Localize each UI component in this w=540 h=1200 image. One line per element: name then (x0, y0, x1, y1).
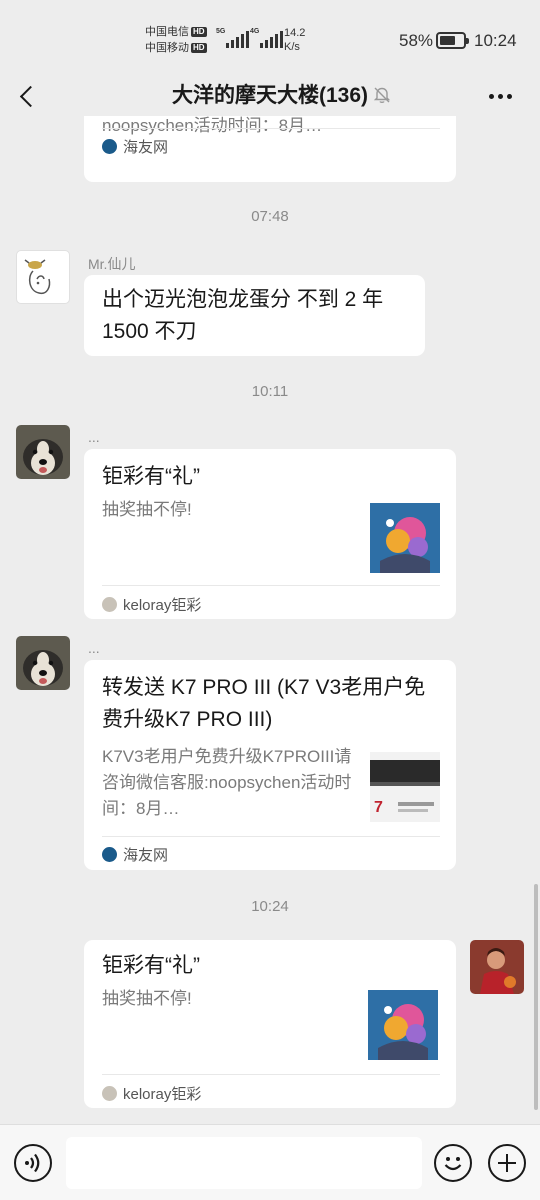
voice-icon (25, 1153, 40, 1173)
card-thumbnail (368, 990, 438, 1060)
message-text: 出个迈光泡泡龙蛋分 不到 2 年 1500 不刀 (102, 288, 384, 343)
avatar[interactable] (16, 250, 70, 304)
card-thumbnail: 7 (370, 752, 440, 822)
more-options-button[interactable] (486, 84, 516, 108)
link-card-partial[interactable]: noopsychen活动时间：8月… 海友网 (84, 116, 456, 182)
message-input[interactable] (66, 1137, 422, 1189)
carrier-info: 中国电信 HD 中国移动 HD (145, 24, 207, 56)
keloray-logo-icon (102, 597, 117, 612)
card-divider (102, 128, 440, 129)
link-card[interactable]: 转发送 K7 PRO III (K7 V3老用户免费升级K7 PRO III) … (84, 660, 456, 870)
card-title: 转发送 K7 PRO III (K7 V3老用户免费升级K7 PRO III) (102, 676, 426, 731)
avatar[interactable] (16, 636, 70, 690)
voice-button[interactable] (14, 1144, 52, 1182)
message-bubble[interactable]: 出个迈光泡泡龙蛋分 不到 2 年 1500 不刀 (84, 275, 425, 356)
card-title: 钜彩有“礼” (102, 954, 200, 977)
network-speed: 14.2 K/s (284, 27, 306, 53)
chat-header: 大洋的摩天大楼(136) (0, 80, 540, 116)
link-card[interactable]: 钜彩有“礼” 抽奖抽不停! keloray钜彩 (84, 940, 456, 1108)
card-title: 钜彩有“礼” (102, 465, 200, 488)
scrollbar[interactable] (534, 884, 538, 1110)
timestamp: 10:24 (251, 898, 289, 915)
input-bar (0, 1124, 540, 1200)
card-thumbnail (370, 503, 440, 573)
avatar[interactable] (16, 425, 70, 479)
hd-badge: HD (191, 43, 207, 53)
chat-title: 大洋的摩天大楼(136) (171, 84, 369, 107)
carrier-1: 中国电信 (145, 26, 189, 38)
card-source: keloray钜彩 (102, 1083, 201, 1104)
haiyou-logo-icon (102, 139, 117, 154)
sender-name: ... (88, 429, 100, 445)
emoji-icon (444, 1157, 462, 1171)
card-divider (102, 836, 440, 837)
card-source: 海友网 (102, 844, 168, 865)
haiyou-logo-icon (102, 847, 117, 862)
chat-messages[interactable]: noopsychen活动时间：8月… 海友网 07:48 Mr.仙儿 出个迈光泡… (0, 116, 540, 1124)
battery-icon (436, 32, 469, 49)
status-bar: 中国电信 HD 中国移动 HD 5G 4G 14.2 K/s 58% 10:24 (0, 0, 540, 80)
svg-text:7: 7 (374, 799, 383, 816)
add-attachment-button[interactable] (488, 1144, 526, 1182)
card-source: keloray钜彩 (102, 594, 201, 615)
keloray-logo-icon (102, 1086, 117, 1101)
my-avatar[interactable] (470, 940, 524, 994)
timestamp: 10:11 (251, 383, 289, 400)
status-time: 10:24 (474, 31, 517, 50)
sender-name: ... (88, 640, 100, 656)
card-divider (102, 1074, 440, 1075)
card-divider (102, 585, 440, 586)
emoji-button[interactable] (434, 1144, 472, 1182)
mute-bell-icon (372, 85, 392, 105)
card-description: K7V3老用户免费升级K7PROIII请咨询微信客服:noopsychen活动时… (102, 747, 352, 818)
sender-name: Mr.仙儿 (88, 256, 136, 272)
card-source: 海友网 (102, 136, 168, 157)
hd-badge: HD (191, 27, 207, 37)
link-card[interactable]: 钜彩有“礼” 抽奖抽不停! keloray钜彩 (84, 449, 456, 619)
timestamp: 07:48 (251, 208, 289, 225)
card-description: 抽奖抽不停! (102, 500, 192, 519)
carrier-2: 中国移动 (145, 42, 189, 54)
battery-percent: 58% (399, 31, 434, 50)
card-description: 抽奖抽不停! (102, 989, 192, 1008)
